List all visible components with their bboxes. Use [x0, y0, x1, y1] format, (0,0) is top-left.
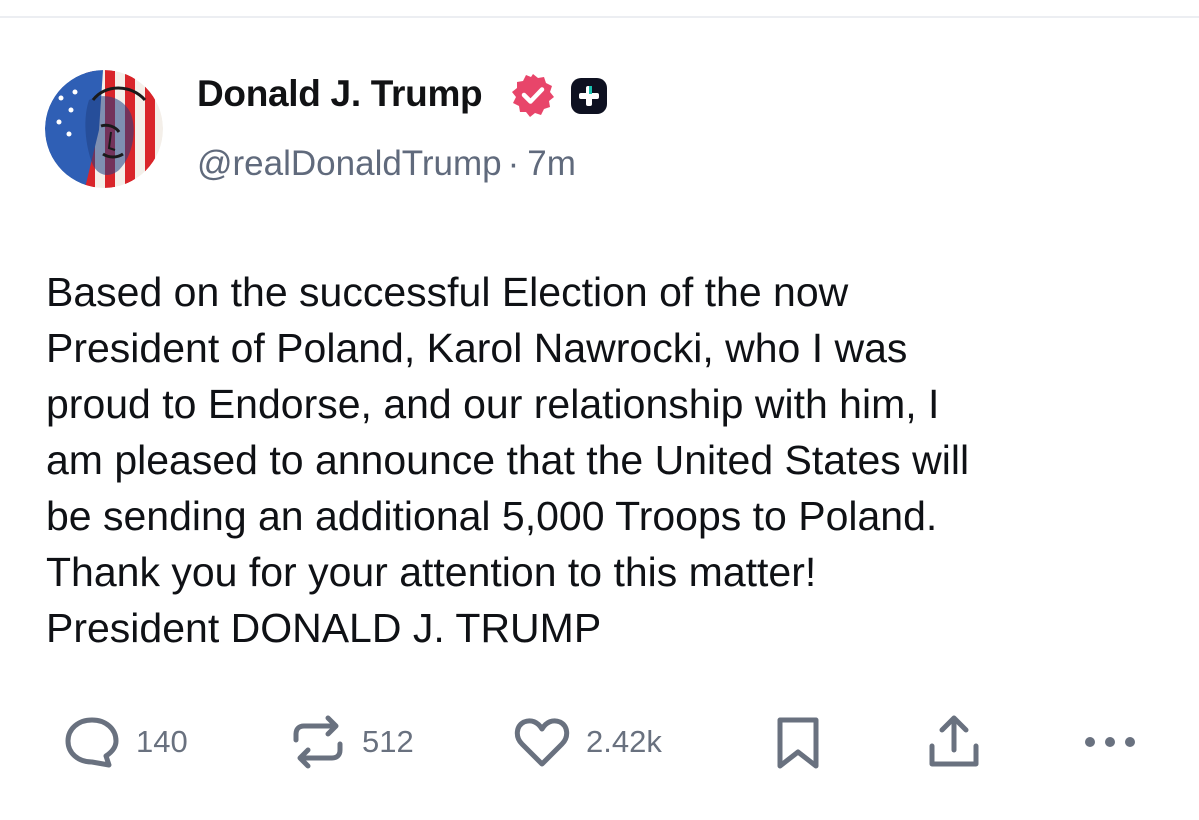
- more-options-button[interactable]: [1080, 712, 1140, 772]
- post-timestamp[interactable]: 7m: [527, 144, 576, 183]
- repost-count: 512: [362, 724, 414, 759]
- author-meta: @realDonaldTrump · 7m: [197, 142, 576, 186]
- bookmark-icon: [768, 712, 828, 772]
- author-handle[interactable]: @realDonaldTrump: [197, 144, 502, 183]
- like-count: 2.42k: [586, 724, 662, 759]
- post-text-line: President DONALD J. TRUMP: [46, 605, 602, 651]
- top-divider: [0, 16, 1199, 18]
- repost-button[interactable]: 512: [288, 712, 414, 772]
- post-text-line: be sending an additional 5,000 Troops to…: [46, 493, 938, 539]
- meta-separator: ·: [507, 144, 520, 183]
- author-display-name[interactable]: Donald J. Trump: [197, 72, 483, 116]
- more-dots-icon: [1080, 712, 1140, 772]
- bookmark-button[interactable]: [768, 712, 828, 772]
- reply-bubble-icon: [62, 712, 122, 772]
- share-button[interactable]: [924, 712, 984, 772]
- reply-button[interactable]: 140: [62, 712, 188, 772]
- repost-icon: [288, 712, 348, 772]
- post-text-line: proud to Endorse, and our relationship w…: [46, 381, 940, 427]
- plus-badge-icon: [569, 76, 609, 116]
- post-text-line: President of Poland, Karol Nawrocki, who…: [46, 325, 908, 371]
- post-text-line: am pleased to announce that the United S…: [46, 437, 970, 483]
- post-text-line: Based on the successful Election of the …: [46, 269, 849, 315]
- heart-icon: [512, 712, 572, 772]
- like-button[interactable]: 2.42k: [512, 712, 662, 772]
- post-card: Donald J. Trump @realDonaldTrump · 7m Base…: [0, 0, 1199, 820]
- author-avatar[interactable]: [45, 70, 163, 188]
- post-text-line: Thank you for your attention to this mat…: [46, 549, 817, 595]
- share-icon: [924, 712, 984, 772]
- post-text: Based on the successful Election of the …: [46, 264, 1166, 656]
- reply-count: 140: [136, 724, 188, 759]
- verified-badge-icon: [510, 72, 556, 118]
